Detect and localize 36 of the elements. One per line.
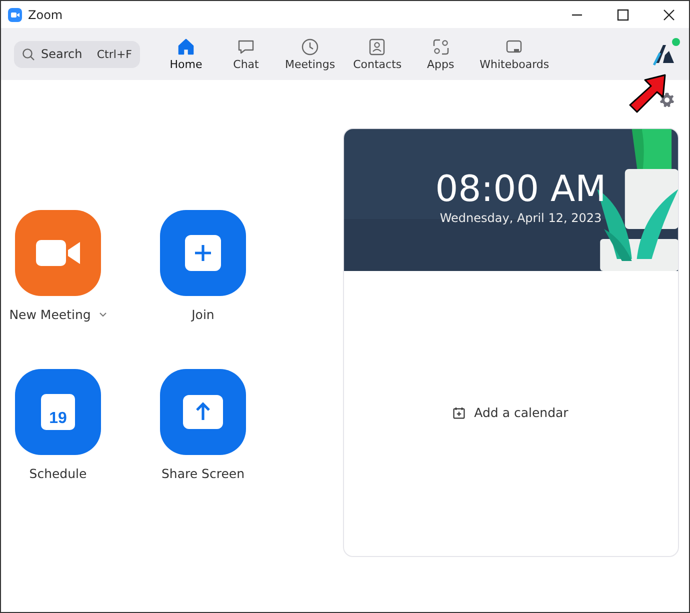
chat-icon [237, 38, 255, 56]
action-tile[interactable] [15, 210, 101, 296]
settings-icon[interactable] [659, 92, 675, 108]
clock-icon [301, 38, 320, 56]
action-label: Share Screen [161, 466, 245, 481]
search-field[interactable]: Search [41, 47, 85, 61]
whiteboard-icon [505, 38, 524, 56]
search-icon [22, 48, 35, 60]
clock-time: 08:00 AM [435, 171, 606, 209]
nav-tab[interactable]: Chat [216, 38, 276, 70]
nav-tab[interactable]: Whiteboards [470, 38, 558, 70]
home-icon [177, 38, 195, 56]
clock-date: Wednesday, April 12, 2023 [440, 210, 602, 225]
action-tile[interactable] [160, 210, 246, 296]
add-calendar-link[interactable]: Add a calendar [447, 404, 574, 421]
nav-tab[interactable]: Contacts [344, 38, 411, 70]
nav-tab[interactable]: Apps [410, 38, 471, 70]
shortcut-hint: Ctrl+F [96, 48, 132, 60]
action-label: New Meeting [9, 307, 91, 322]
nav-tab[interactable]: Home [156, 38, 216, 70]
video-camera-icon [36, 240, 80, 266]
action-label: Schedule [29, 466, 87, 481]
action-tile[interactable] [160, 369, 246, 455]
zoom-logo-icon [8, 8, 22, 22]
close-icon[interactable] [663, 8, 675, 20]
maximize-icon[interactable] [617, 8, 629, 20]
calendar-plus-icon [453, 406, 466, 418]
chevron-down-icon[interactable] [98, 312, 107, 317]
action-tile[interactable]: 19 [15, 369, 101, 455]
action-label: Join [192, 307, 214, 322]
nav-tab[interactable]: Meetings [276, 38, 344, 70]
calendar-icon: 19 [41, 394, 75, 430]
window-title: Zoom [28, 8, 63, 22]
contact-card-icon [368, 38, 386, 56]
apps-icon [432, 38, 450, 56]
plus-icon [185, 235, 221, 271]
